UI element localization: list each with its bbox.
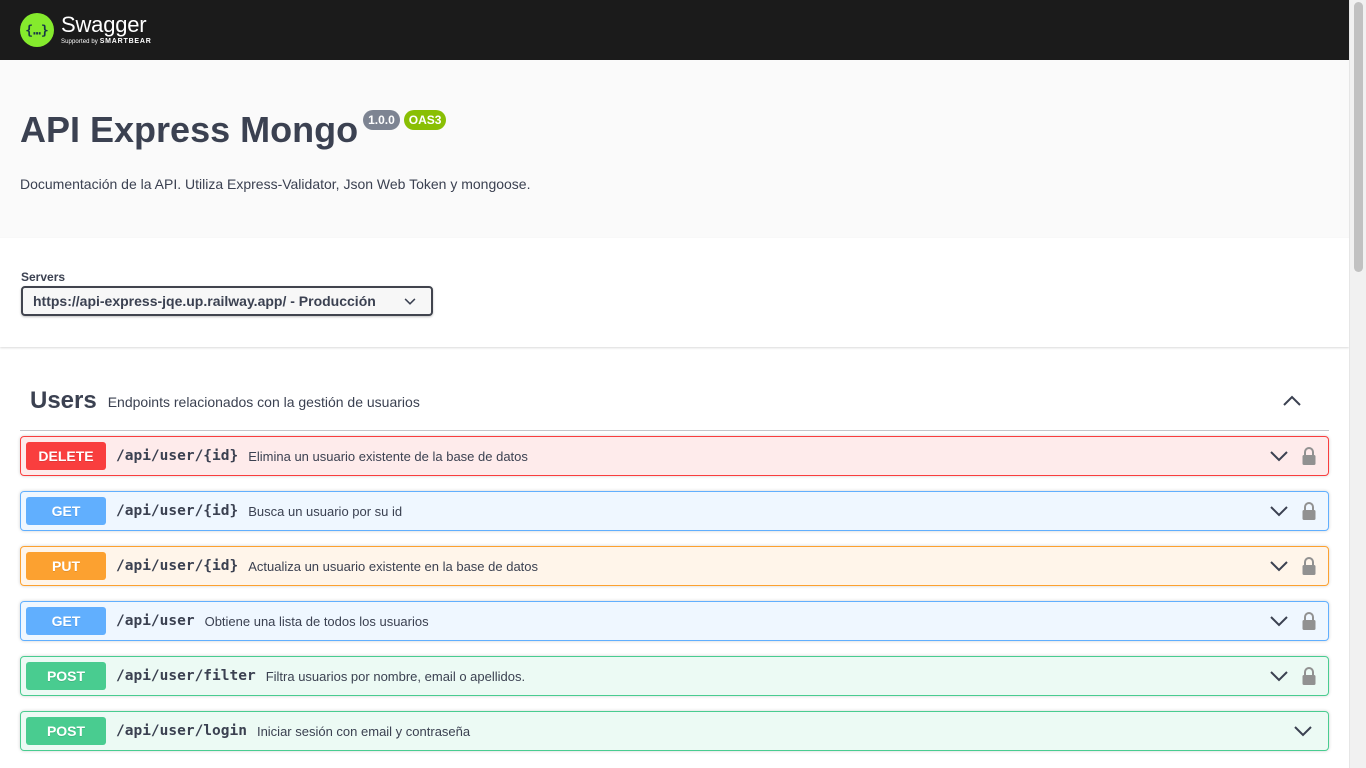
expand-operation-button[interactable]: [1291, 719, 1315, 743]
lock-icon: [1302, 667, 1316, 685]
servers-label: Servers: [21, 270, 66, 284]
operation-path: /api/user/{id}: [116, 448, 239, 464]
operation-path: /api/user/{id}: [116, 503, 239, 519]
method-badge: DELETE: [26, 442, 106, 470]
operation-row-put[interactable]: PUT/api/user/{id} Actualiza un usuario ex…: [20, 546, 1329, 586]
method-badge: GET: [26, 607, 106, 635]
operation-summary: Iniciar sesión con email y contraseña: [256, 723, 471, 739]
logo-name: Swagger: [61, 12, 147, 37]
authorization-button[interactable]: [1299, 554, 1319, 578]
chevron-down-icon: [1270, 451, 1288, 462]
operation-row-delete[interactable]: DELETE/api/user/{id} Elimina un usuario e…: [20, 436, 1329, 476]
authorization-button[interactable]: [1299, 664, 1319, 688]
users-section: Users Endpoints relacionados con la gest…: [0, 347, 1349, 751]
vertical-scrollbar[interactable]: [1349, 0, 1366, 768]
operation-row-post[interactable]: POST/api/user/login Iniciar sesión con em…: [20, 711, 1329, 751]
tag-name: Users: [30, 386, 97, 414]
operation-row-post[interactable]: POST/api/user/filter Filtra usuarios por …: [20, 656, 1329, 696]
operations-list: DELETE/api/user/{id} Elimina un usuario e…: [20, 436, 1329, 751]
lock-icon: [1302, 612, 1316, 630]
chevron-up-icon: [1283, 395, 1301, 406]
expand-operation-button[interactable]: [1267, 609, 1291, 633]
chevron-down-icon: [1270, 561, 1288, 572]
method-badge: POST: [26, 717, 106, 745]
tag-users-header[interactable]: Users Endpoints relacionados con la gest…: [20, 371, 1329, 431]
swagger-logo-icon: {…}: [20, 13, 54, 47]
chevron-down-icon: [1270, 671, 1288, 682]
chevron-down-icon: [404, 298, 416, 305]
scrollbar-thumb[interactable]: [1354, 2, 1363, 272]
collapse-section-button[interactable]: [1277, 386, 1307, 416]
logo-subtitle: Supported by SMARTBEAR: [61, 38, 152, 46]
chevron-down-icon: [1270, 616, 1288, 627]
authorization-button[interactable]: [1299, 444, 1319, 468]
version-badge: 1.0.0: [363, 110, 400, 130]
expand-operation-button[interactable]: [1267, 444, 1291, 468]
operation-row-get[interactable]: GET/api/user Obtiene una lista de todos l…: [20, 601, 1329, 641]
operation-summary: Obtiene una lista de todos los usuarios: [204, 613, 429, 629]
operation-path: /api/user/filter: [116, 668, 256, 684]
method-badge: PUT: [26, 552, 106, 580]
oas-badge: OAS3: [403, 110, 447, 130]
topbar: {…} Swagger Supported by SMARTBEAR: [0, 0, 1349, 60]
operation-path: /api/user: [116, 613, 195, 629]
operation-path: /api/user/{id}: [116, 558, 239, 574]
chevron-down-icon: [1270, 506, 1288, 517]
expand-operation-button[interactable]: [1267, 554, 1291, 578]
operation-summary: Busca un usuario por su id: [248, 503, 403, 519]
logo-sub-prefix: Supported by: [61, 39, 98, 45]
logo-sub-brand: SMARTBEAR: [99, 38, 152, 45]
swagger-logo[interactable]: {…} Swagger Supported by SMARTBEAR: [20, 13, 152, 47]
api-description: Documentación de la API. Utiliza Express…: [20, 176, 531, 192]
api-title: API Express Mongo: [20, 109, 359, 150]
operation-row-get[interactable]: GET/api/user/{id} Busca un usuario por su…: [20, 491, 1329, 531]
svg-text:{…}: {…}: [25, 24, 48, 39]
expand-operation-button[interactable]: [1267, 664, 1291, 688]
lock-icon: [1302, 447, 1316, 465]
api-info: API Express Mongo 1.0.0 OAS3 Documentaci…: [0, 60, 1349, 238]
lock-icon: [1302, 557, 1316, 575]
operation-path: /api/user/login: [116, 723, 247, 739]
chevron-down-icon: [1294, 726, 1312, 737]
tag-description: Endpoints relacionados con la gestión de…: [107, 393, 420, 410]
authorization-button[interactable]: [1299, 609, 1319, 633]
method-badge: POST: [26, 662, 106, 690]
method-badge: GET: [26, 497, 106, 525]
operation-summary: Filtra usuarios por nombre, email o apel…: [265, 668, 526, 684]
servers-container: Servers https://api-express-jqe.up.railw…: [0, 238, 1349, 347]
operation-summary: Elimina un usuario existente de la base …: [248, 448, 528, 464]
swagger-page: {…} Swagger Supported by SMARTBEAR API E…: [0, 0, 1349, 768]
servers-select[interactable]: https://api-express-jqe.up.railway.app/ …: [21, 286, 433, 316]
lock-icon: [1302, 502, 1316, 520]
servers-selected-value: https://api-express-jqe.up.railway.app/ …: [33, 293, 376, 309]
authorization-button[interactable]: [1299, 499, 1319, 523]
operation-summary: Actualiza un usuario existente en la bas…: [248, 558, 539, 574]
expand-operation-button[interactable]: [1267, 499, 1291, 523]
